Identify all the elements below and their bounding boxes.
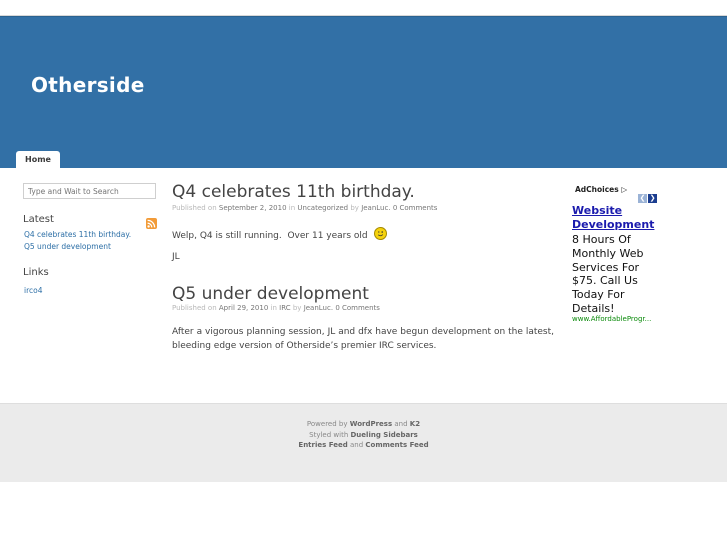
rss-icon[interactable] [146,218,157,229]
meta-label: by [350,204,359,212]
post-title[interactable]: Q4 celebrates 11th birthday. [172,182,415,202]
post-comments-link[interactable]: 0 Comments [393,204,438,212]
style-link[interactable]: Dueling Sidebars [351,431,418,439]
chevron-right-icon[interactable]: ❯ [648,194,657,203]
styled-with-line: Styled with Dueling Sidebars [0,431,727,439]
footer-text: and [394,420,408,428]
post-date[interactable]: April 29, 2010 [219,304,268,312]
post-category[interactable]: Uncategorized [297,204,348,212]
latest-item[interactable]: Q4 celebrates 11th birthday. [24,230,131,239]
ad-title[interactable]: Website Development [572,204,667,232]
wordpress-link[interactable]: WordPress [350,420,392,428]
search-input[interactable] [23,183,156,199]
top-bar [0,0,727,16]
post-title[interactable]: Q5 under development [172,284,369,304]
latest-item[interactable]: Q5 under development [24,242,111,251]
blog-title[interactable]: Otherside [31,73,145,97]
post-comments-link[interactable]: 0 Comments [335,304,380,312]
footer-text: Styled with [309,431,349,439]
meta-label: in [270,304,277,312]
post-paragraph: Welp, Q4 is still running. Over 11 years… [172,231,368,241]
link-item[interactable]: irco4 [24,286,43,295]
post-body: Welp, Q4 is still running. Over 11 years… [172,227,387,243]
adchoices-text: AdChoices [575,185,619,194]
meta-label: Published on [172,204,217,212]
chevron-left-icon[interactable]: ❮ [638,194,647,203]
adchoices-icon: ▷ [621,185,628,194]
post-date[interactable]: September 2, 2010 [219,204,287,212]
ad-nav: ❮ ❯ [638,185,658,204]
feeds-line: Entries Feed and Comments Feed [0,441,727,449]
meta-label: by [292,304,302,312]
site-header: Otherside Home [0,16,727,168]
post-author[interactable]: JeanLuc. [304,304,333,312]
post-paragraph: After a vigorous planning session, JL an… [172,327,554,351]
site-footer: Powered by WordPress and K2 Styled with … [0,403,727,482]
adchoices-label[interactable]: AdChoices ▷ [575,185,627,194]
ad-url[interactable]: www.AffordableProgr... [572,315,651,323]
links-heading: Links [23,267,49,278]
meta-label: Published on [172,304,217,312]
post-paragraph: JL [172,252,180,262]
meta-label: in [288,204,296,212]
powered-by-line: Powered by WordPress and K2 [0,420,727,428]
footer-text: and [349,441,364,449]
post-meta: Published on April 29, 2010 in IRC by Je… [172,304,380,312]
entries-feed-link[interactable]: Entries Feed [298,441,347,449]
k2-link[interactable]: K2 [410,420,420,428]
post-category[interactable]: IRC [279,304,290,312]
comments-feed-link[interactable]: Comments Feed [365,441,428,449]
post-author[interactable]: JeanLuc. [361,204,390,212]
tab-home[interactable]: Home [16,151,60,168]
footer-text: Powered by [306,420,348,428]
post-meta: Published on September 2, 2010 in Uncate… [172,204,437,212]
latest-heading: Latest [23,214,54,225]
wink-smiley-icon [373,227,387,240]
ad-body[interactable]: 8 Hours Of Monthly Web Services For $75.… [572,233,667,316]
